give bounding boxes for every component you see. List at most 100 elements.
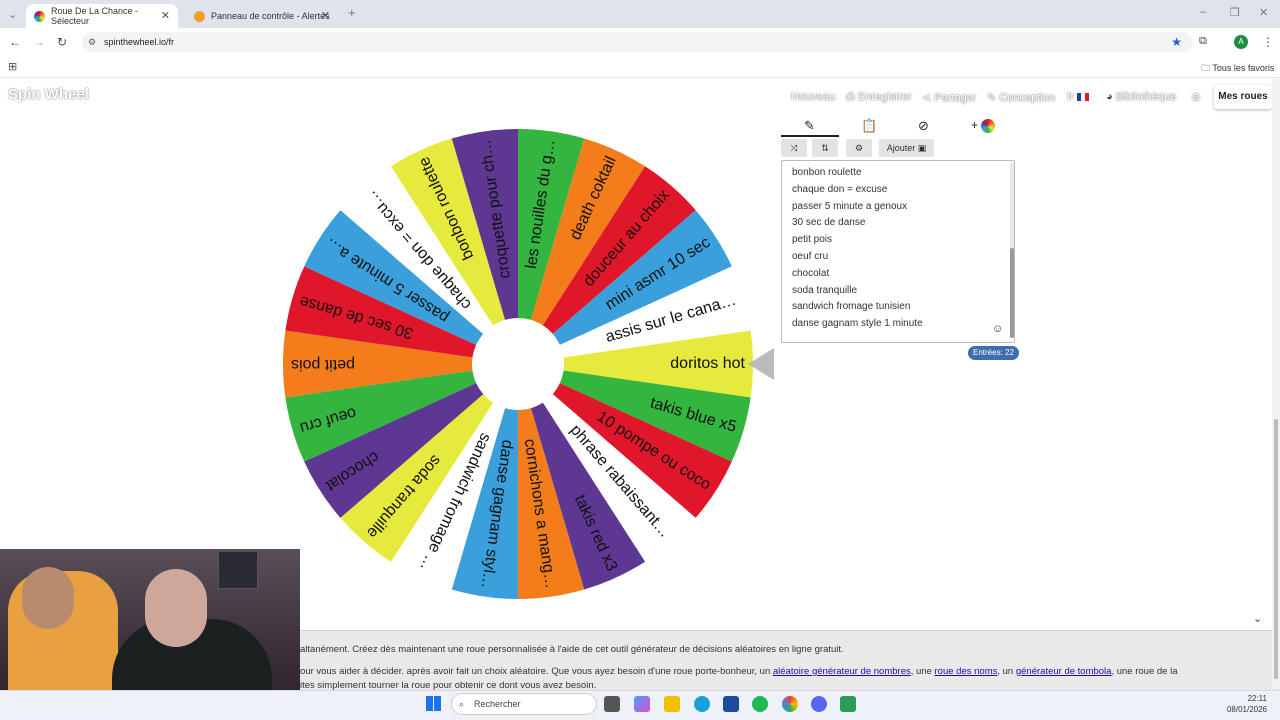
nav-nouveau[interactable]: Nouveau — [791, 91, 835, 103]
tab-list-chevron-icon[interactable]: ⌄ — [8, 8, 17, 21]
nav-conception[interactable]: ✎ Conception — [987, 91, 1055, 104]
color-wheel-icon — [981, 118, 996, 133]
entries-scrollbar[interactable] — [1010, 163, 1014, 338]
add-image-button[interactable]: Ajouter ▣ — [879, 139, 934, 157]
description-line-1: altanément. Créez dès maintenant une rou… — [300, 644, 844, 655]
reload-icon[interactable]: ↻ — [57, 35, 67, 49]
share-icon: ≺ — [922, 92, 935, 104]
ai-button[interactable]: ⚙ — [846, 139, 872, 157]
nav-enregistrer-label: Enregistrer — [857, 91, 912, 103]
person-left-face — [22, 567, 74, 629]
tab-edit-pencil-icon[interactable]: ✎ — [804, 118, 815, 134]
taskbar-search[interactable]: ⌕ Rechercher — [451, 693, 597, 715]
language-label: fr — [1067, 91, 1074, 103]
settings-gear-icon[interactable]: ⚙ — [1191, 91, 1201, 104]
library-icon: ◕ — [1106, 91, 1116, 103]
nav-language[interactable]: fr — [1067, 91, 1089, 103]
wheel-center[interactable] — [472, 318, 564, 410]
forward-icon[interactable]: → — [33, 35, 45, 49]
entry-line: sandwich fromage tunisien — [792, 301, 911, 313]
task-view-icon[interactable] — [604, 696, 620, 712]
minimize-icon[interactable]: – — [1200, 6, 1206, 18]
nav-bibliotheque[interactable]: ◕ Bibliothèque — [1106, 91, 1176, 103]
shuffle-button[interactable]: ⤨ — [781, 139, 807, 157]
nav-partager[interactable]: ≺ Partager — [922, 91, 976, 104]
tab-roue-de-la-chance[interactable]: Roue De La Chance - Sélecteur ✕ — [26, 4, 178, 28]
poster — [218, 551, 258, 589]
chrome-icon[interactable] — [782, 696, 798, 712]
close-tab-icon[interactable]: ✕ — [321, 9, 330, 22]
person-right-face — [145, 569, 207, 647]
wheel-pointer-icon — [748, 348, 774, 380]
random-number-link[interactable]: aléatoire générateur de nombres — [773, 666, 911, 677]
pencil-icon: ✎ — [987, 92, 1000, 104]
back-icon[interactable]: ← — [9, 35, 21, 49]
entry-line: soda tranquille — [792, 284, 858, 296]
taskbar-clock[interactable]: 22:11 08/01/2026 — [1222, 693, 1267, 715]
profile-avatar[interactable]: A — [1234, 35, 1248, 49]
edge-icon[interactable] — [694, 696, 710, 712]
collapse-chevron-icon[interactable]: ⌄ — [1253, 612, 1262, 625]
taskbar-search-label: Rechercher — [474, 699, 521, 709]
raffle-generator-link[interactable]: générateur de tombola — [1016, 666, 1112, 677]
restore-icon[interactable]: ❐ — [1230, 6, 1240, 19]
spotify-icon[interactable] — [752, 696, 768, 712]
entries-count-badge: Entrées: 22 — [968, 346, 1019, 360]
name-wheel-link[interactable]: roue des noms — [935, 666, 998, 677]
save-icon: ⎙ — [846, 91, 858, 103]
description-text: our vous aider à décider. après avoir fa… — [300, 666, 773, 677]
close-tab-icon[interactable]: ✕ — [161, 9, 170, 22]
store-icon[interactable] — [723, 696, 739, 712]
browser-menu-icon[interactable]: ⋮ — [1262, 35, 1274, 49]
entry-line: 30 sec de danse — [792, 217, 866, 229]
entry-line: chocolat — [792, 267, 830, 279]
nav-partager-label: Partager — [934, 92, 977, 104]
entry-line: oeuf cru — [792, 250, 829, 262]
page-scroll-thumb[interactable] — [1274, 419, 1278, 679]
nav-conception-label: Conception — [999, 92, 1055, 104]
entries-textarea[interactable]: bonbon roulette chaque don = excuse pass… — [781, 160, 1015, 343]
nav-bibliotheque-label: Bibliothèque — [1115, 91, 1177, 103]
tab-panneau-de-controle[interactable]: Panneau de contrôle - Alertes ✕ — [186, 4, 338, 28]
page-scrollbar[interactable] — [1272, 79, 1280, 689]
site-logo[interactable]: Spin Wheel — [8, 86, 89, 103]
close-window-icon[interactable]: ✕ — [1259, 6, 1268, 19]
entry-line: passer 5 minute a genoux — [792, 200, 908, 212]
nav-enregistrer[interactable]: ⎙ Enregistrer — [846, 91, 912, 104]
site-info-icon[interactable]: ⚙ — [88, 32, 96, 52]
apps-grid-icon[interactable]: ⊞ — [8, 60, 17, 73]
entry-line: petit pois — [792, 234, 833, 246]
file-explorer-icon[interactable] — [664, 696, 680, 712]
wheel-segment-label: doritos hot — [670, 355, 745, 372]
search-icon: ⌕ — [459, 699, 465, 709]
new-tab-icon[interactable]: + — [348, 5, 356, 20]
entries-scroll-thumb[interactable] — [1010, 248, 1014, 338]
spin-wheel[interactable]: doritos hottakis blue x510 pompe ou coco… — [280, 126, 756, 602]
sort-button[interactable]: ⇅ — [812, 139, 838, 157]
french-flag-icon — [1076, 93, 1089, 102]
add-image-label: Ajouter — [886, 143, 916, 153]
description-text: , un — [997, 666, 1016, 677]
extensions-icon[interactable]: ⧉ — [1199, 35, 1207, 48]
tab-results-clipboard-icon[interactable]: 📋 — [861, 118, 877, 134]
bookmark-star-icon[interactable]: ★ — [1171, 32, 1182, 52]
emoji-icon[interactable]: ☺ — [992, 321, 1003, 338]
my-wheels-button[interactable]: Mes roues — [1214, 85, 1272, 109]
tab-label: Roue De La Chance - Sélecteur — [50, 6, 139, 26]
description-text: , une — [910, 666, 935, 677]
panel-tabs: ✎ 📋 ⊘ + — [781, 112, 1015, 137]
streamlabs-favicon-icon — [194, 10, 205, 22]
tab-add-color-icon[interactable]: + — [971, 118, 996, 133]
tab-hide-eye-icon[interactable]: ⊘ — [918, 118, 929, 134]
tab-bar: ⌄ Roue De La Chance - Sélecteur ✕ Pannea… — [0, 0, 1280, 28]
url-field[interactable]: ⚙ spinthewheel.io/fr ★ — [82, 32, 1192, 52]
discord-icon[interactable] — [811, 696, 827, 712]
wheel-favicon-icon — [34, 10, 45, 22]
windows-start-icon[interactable] — [426, 696, 441, 711]
description-text: , une roue de la — [1111, 666, 1178, 677]
app-icon[interactable] — [840, 696, 856, 712]
bookmarks-bar: ⊞ 🗀 Tous les favoris — [0, 56, 1280, 78]
all-bookmarks-label: Tous les favoris — [1212, 63, 1275, 73]
all-bookmarks-link[interactable]: 🗀 Tous les favoris — [1201, 61, 1274, 77]
copilot-icon[interactable] — [634, 696, 650, 712]
